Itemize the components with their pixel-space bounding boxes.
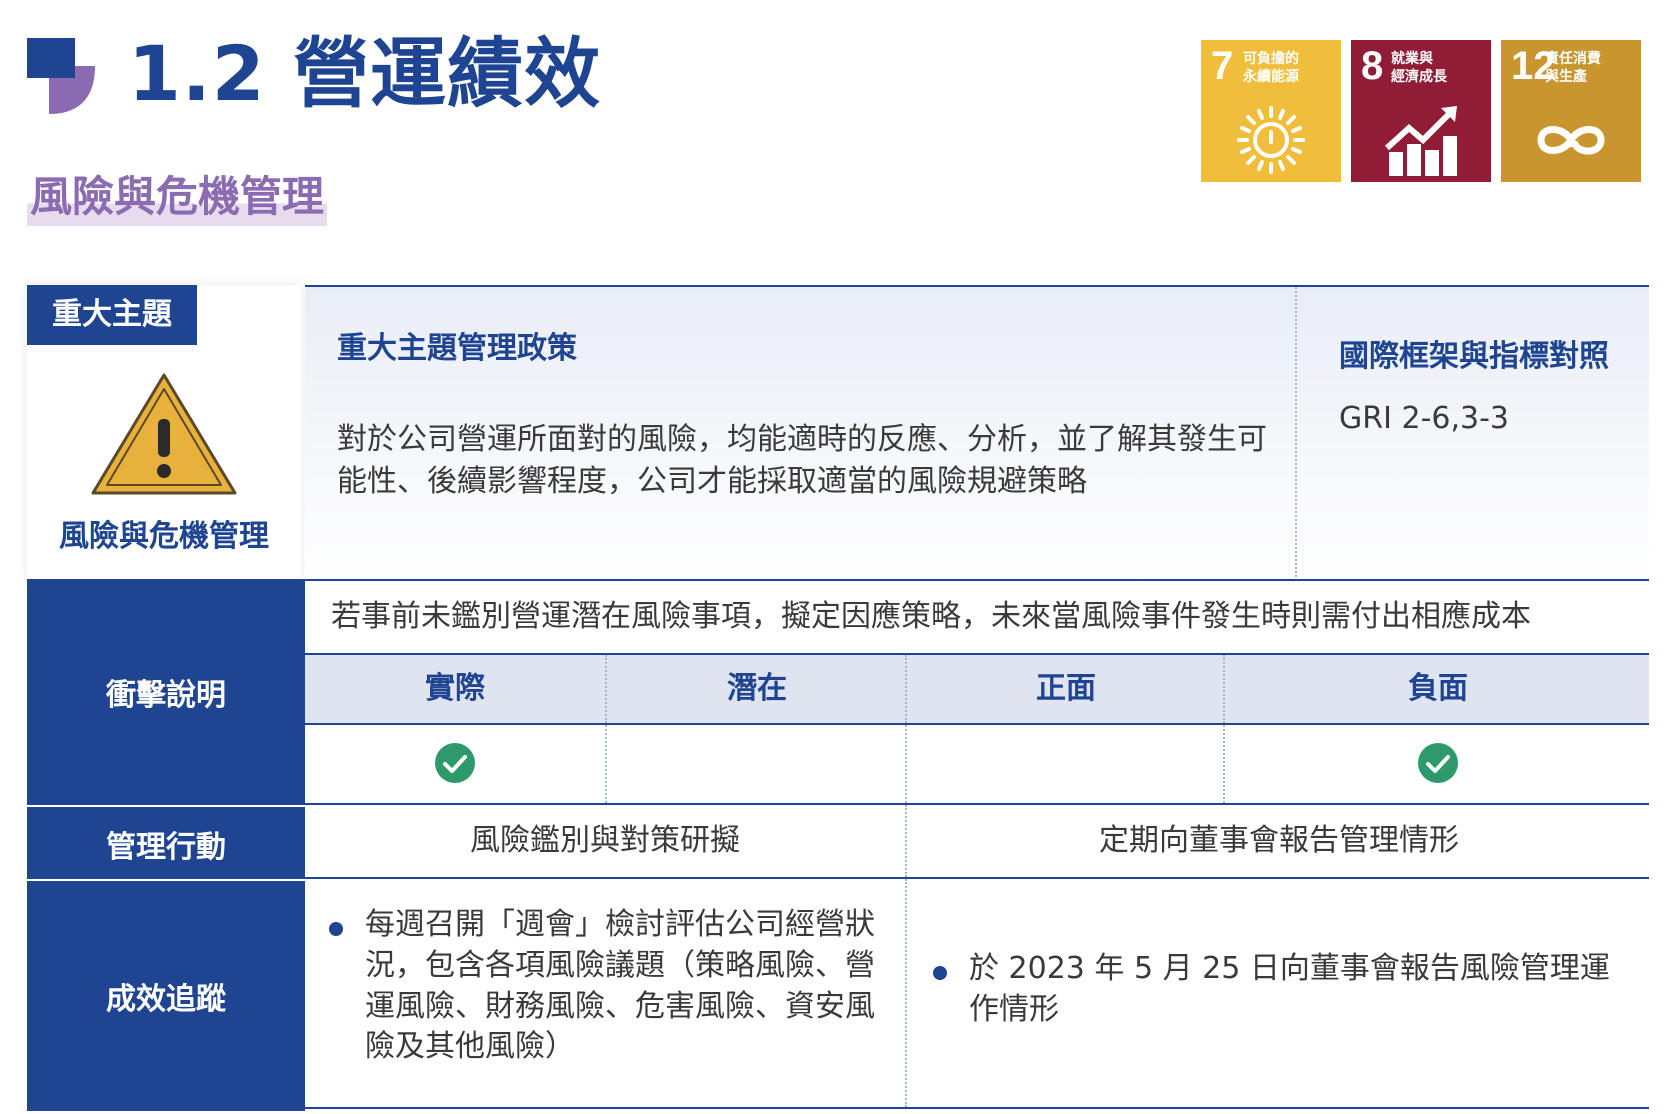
impact-row-header: 衝擊說明	[27, 579, 305, 805]
page-title: 1.2 營運績效	[128, 29, 602, 118]
result-row: 每週召開「週會」檢討評估公司經營狀況，包含各項風險議題（策略風險、營運風險、財務…	[305, 879, 1649, 1109]
result-item: 每週召開「週會」檢討評估公司經營狀況，包含各項風險議題（策略風險、營運風險、財務…	[329, 905, 889, 1068]
impact-type-potential: 潛在	[605, 655, 907, 723]
impact-type-header-row: 實際 潛在 正面 負面	[305, 655, 1649, 725]
result-item-text: 每週召開「週會」檢討評估公司經營狀況，包含各項風險議題（策略風險、營運風險、財務…	[365, 907, 875, 1065]
check-circle-icon	[1418, 743, 1458, 783]
result-item: 於 2023 年 5 月 25 日向董事會報告風險管理運作情形	[933, 949, 1633, 1031]
section-logo-mark	[27, 38, 95, 114]
impact-check-cell	[1223, 725, 1651, 803]
policy-body: 對於公司營運所面對的風險，均能適時的反應、分析，並了解其發生可能性、後續影響程度…	[337, 422, 1267, 499]
sun-power-icon	[1237, 106, 1305, 174]
sdg-label: 可負擔的 永續能源	[1243, 51, 1299, 86]
action-row: 風險鑑別與對策研擬 定期向董事會報告管理情形	[305, 805, 1649, 879]
impact-type-actual: 實際	[425, 671, 485, 706]
impact-check-cell	[605, 725, 907, 803]
infinity-loop-icon	[1537, 126, 1605, 155]
impact-type-negative: 負面	[1223, 655, 1651, 723]
impact-description: 若事前未鑑別營運潛在風險事項，擬定因應策略，未來當風險事件發生時則需付出相應成本	[305, 579, 1649, 655]
result-cell: 每週召開「週會」檢討評估公司經營狀況，包含各項風險議題（策略風險、營運風險、財務…	[305, 879, 905, 1107]
topic-name: 風險與危機管理	[59, 519, 269, 554]
sdg-number: 7	[1211, 44, 1234, 88]
growth-chart-icon	[1384, 106, 1457, 176]
topic-card: 重大主題 風險與危機管理	[27, 285, 301, 579]
action-row-header: 管理行動	[27, 805, 305, 881]
warning-icon	[91, 373, 237, 495]
action-item: 定期向董事會報告管理情形	[905, 805, 1651, 877]
column-divider	[1295, 287, 1297, 581]
sdg-8-tile: 8 就業與 經濟成長	[1351, 40, 1491, 182]
result-item-text: 於 2023 年 5 月 25 日向董事會報告風險管理運作情形	[969, 951, 1610, 1027]
section-title: 風險與危機管理	[27, 172, 328, 227]
policy-heading: 重大主題管理政策	[337, 331, 577, 366]
impact-check-cell	[305, 725, 605, 803]
framework-body: GRI 2-6,3-3	[1339, 401, 1510, 436]
impact-check-row	[305, 725, 1649, 805]
impact-type-positive: 正面	[905, 655, 1225, 723]
bullet-dot	[933, 966, 947, 980]
sdg-12-tile: 12 責任消費 與生產	[1501, 40, 1641, 182]
result-cell: 於 2023 年 5 月 25 日向董事會報告風險管理運作情形	[905, 879, 1649, 1107]
sdg-7-tile: 7 可負擔的 永續能源	[1201, 40, 1341, 182]
check-circle-icon	[435, 743, 475, 783]
sdg-label: 責任消費 與生產	[1545, 51, 1601, 86]
topic-tag: 重大主題	[27, 285, 197, 345]
result-row-header: 成效追蹤	[27, 879, 305, 1111]
material-topic-table: 重大主題 風險與危機管理 重大主題管理政策 對於公司營運所面對的風險，均能適時的…	[27, 285, 1649, 1111]
framework-heading: 國際框架與指標對照	[1339, 339, 1609, 374]
sdg-number: 8	[1361, 44, 1384, 88]
sdg-label: 就業與 經濟成長	[1391, 51, 1447, 86]
policy-panel: 重大主題管理政策 對於公司營運所面對的風險，均能適時的反應、分析，並了解其發生可…	[305, 285, 1649, 581]
bullet-dot	[329, 922, 343, 936]
impact-check-cell	[905, 725, 1225, 803]
action-item: 風險鑑別與對策研擬	[470, 823, 740, 858]
